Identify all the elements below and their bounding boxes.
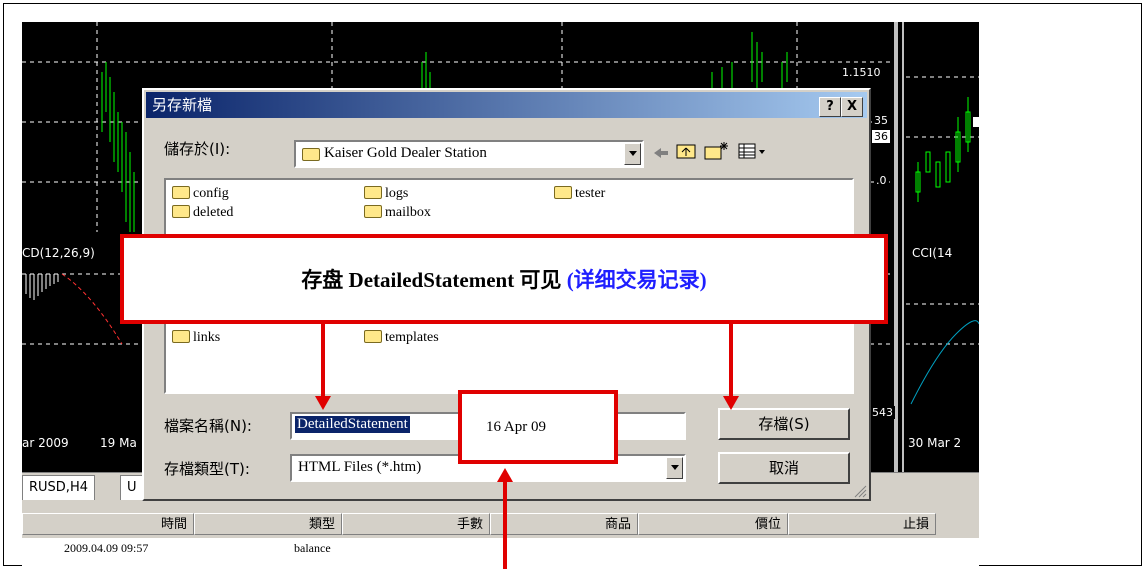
dialog-title: 另存新檔 <box>152 96 213 114</box>
col-lots[interactable]: 手數 <box>342 513 490 535</box>
price-3: 36 <box>872 130 890 143</box>
cancel-button[interactable]: 取消 <box>718 452 850 484</box>
chart-separator <box>894 22 898 472</box>
table-row[interactable]: 2009.04.09 09:57 balance <box>22 538 979 569</box>
row-type: balance <box>294 541 331 555</box>
list-item[interactable]: templates <box>364 330 439 346</box>
chevron-down-icon[interactable] <box>624 143 641 165</box>
price-5: 543 <box>870 406 895 419</box>
close-button[interactable]: X <box>841 97 863 117</box>
filename-label: 檔案名稱(N): <box>164 417 252 435</box>
trade-table-header: 時間 類型 手數 商品 價位 止損 <box>22 512 979 538</box>
folder-icon <box>364 186 382 199</box>
folder-icon <box>172 205 190 218</box>
up-folder-icon[interactable] <box>676 142 698 160</box>
resize-grip-icon[interactable] <box>853 483 867 498</box>
col-type[interactable]: 類型 <box>194 513 342 535</box>
save-in-label: 儲存於(I): <box>164 140 231 158</box>
folder-icon <box>364 330 382 343</box>
folder-icon <box>172 330 190 343</box>
col-time[interactable]: 時間 <box>22 513 194 535</box>
list-item[interactable]: config <box>172 186 229 202</box>
save-button[interactable]: 存檔(S) <box>718 408 850 440</box>
date-label-left: ar 2009 <box>22 436 69 450</box>
price-4: .0 <box>874 174 889 187</box>
view-menu-icon[interactable] <box>738 143 768 161</box>
macd-label: CD(12,26,9) <box>22 246 95 260</box>
back-icon[interactable] <box>652 145 670 159</box>
folder-icon <box>172 186 190 199</box>
panel-gap <box>22 500 979 512</box>
folder-icon <box>554 186 572 199</box>
help-button[interactable]: ? <box>819 97 841 117</box>
save-in-dropdown[interactable]: Kaiser Gold Dealer Station <box>294 140 644 168</box>
annotation-blue: (详细交易记录) <box>566 268 707 292</box>
row-time: 2009.04.09 09:57 <box>64 541 149 555</box>
annotation-main: 存盘 DetailedStatement 可见 <box>301 268 567 292</box>
right-chart <box>906 22 979 232</box>
date-label-left2: 19 Ma <box>100 436 137 450</box>
list-item[interactable]: deleted <box>172 205 233 221</box>
col-stoploss[interactable]: 止損 <box>788 513 936 535</box>
filetype-value: HTML Files (*.htm) <box>298 459 422 475</box>
annotation-text: 存盘 DetailedStatement 可见 (详细交易记录) <box>124 264 884 294</box>
new-folder-icon[interactable] <box>704 140 730 162</box>
col-price[interactable]: 價位 <box>638 513 788 535</box>
col-symbol[interactable]: 商品 <box>490 513 638 535</box>
dialog-titlebar: 另存新檔 ? X <box>146 92 867 118</box>
cci-panel: CCI(14 <box>906 234 979 434</box>
price-1: 1.1510 <box>840 66 883 79</box>
annotation-callout: 存盘 DetailedStatement 可见 (详细交易记录) <box>120 234 888 324</box>
date-annotation: 16 Apr 09 <box>458 390 618 464</box>
date-label-right: 30 Mar 2 <box>908 436 962 450</box>
cci-label: CCI(14 <box>912 246 953 260</box>
date-annotation-text: 16 Apr 09 <box>486 419 546 435</box>
chevron-down-icon[interactable] <box>666 457 683 479</box>
list-item[interactable]: tester <box>554 186 605 202</box>
list-item[interactable]: links <box>172 330 220 346</box>
save-in-value: Kaiser Gold Dealer Station <box>324 145 487 161</box>
chart-separator-2 <box>902 22 904 472</box>
list-item[interactable]: logs <box>364 186 408 202</box>
list-item[interactable]: mailbox <box>364 205 431 221</box>
tab-other[interactable]: U <box>120 475 144 500</box>
filename-value: DetailedStatement <box>295 416 410 433</box>
price-2: 35 <box>872 114 890 127</box>
tab-eurusd[interactable]: RUSD,H4 <box>22 475 95 500</box>
filetype-label: 存檔類型(T): <box>164 460 250 478</box>
folder-icon <box>302 148 320 161</box>
folder-icon <box>364 205 382 218</box>
